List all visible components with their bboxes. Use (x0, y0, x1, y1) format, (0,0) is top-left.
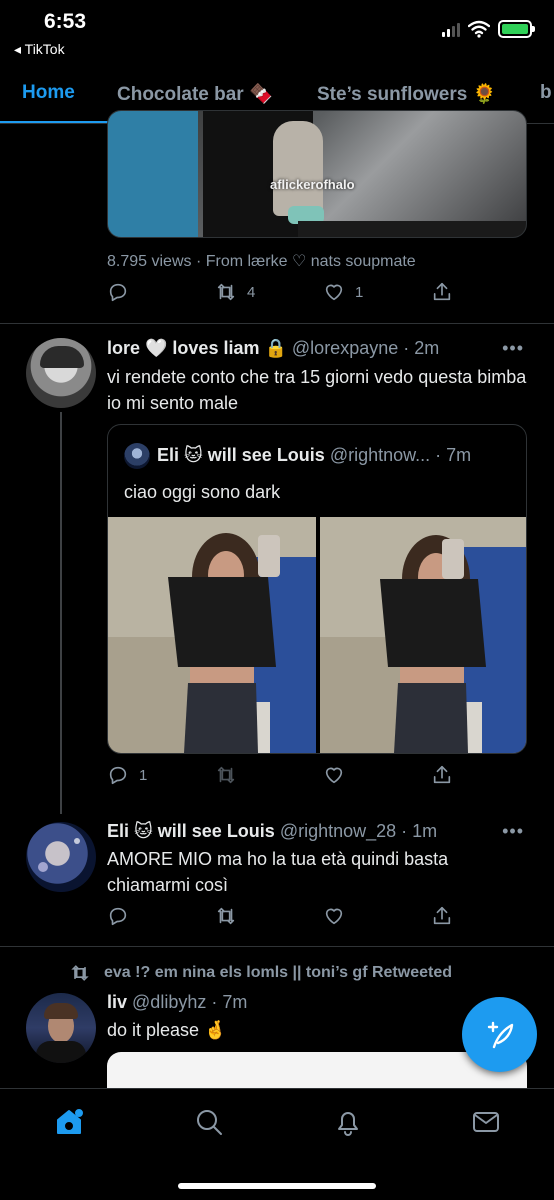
quote-header: Eli 🐱 will see Louis @rightnow... · 7m (157, 445, 471, 466)
tweet-text: AMORE MIO ma ho la tua età quindi basta … (107, 849, 449, 895)
handle-and-time: @rightnow_28 · 1m (279, 821, 438, 841)
like-count: 1 (355, 283, 364, 301)
quote-photo-1[interactable] (108, 517, 316, 753)
home-icon (57, 1109, 83, 1134)
tweet-actions (107, 905, 467, 931)
status-bar: 6:53 ◂ TikTok (0, 0, 554, 64)
tweet-actions: 1 (107, 764, 467, 790)
retweet-button[interactable]: 4 (215, 281, 255, 303)
reply-count: 1 (139, 766, 148, 784)
tweet-text: vi rendete conto che tra 15 giorni vedo … (107, 367, 527, 413)
bell-icon (338, 1112, 358, 1136)
status-icons (442, 20, 535, 38)
share-icon (433, 906, 451, 925)
compose-feather-icon (487, 1021, 513, 1048)
search-icon (197, 1110, 222, 1135)
retweet-icon (217, 766, 235, 784)
heart-icon (325, 284, 343, 301)
tab-chocolate-bar[interactable]: Chocolate bar 🍫 (117, 82, 273, 106)
tweet-actions: 4 1 (107, 281, 467, 307)
quote-display-name: Eli 🐱 will see Louis (157, 445, 325, 465)
reply-icon (109, 907, 127, 926)
nav-messages[interactable] (471, 1107, 503, 1139)
avatar[interactable] (26, 822, 96, 892)
more-options-button[interactable]: ••• (502, 338, 524, 359)
reply-button[interactable]: 1 (107, 764, 147, 786)
home-indicator[interactable] (178, 1183, 376, 1189)
quote-text: ciao oggi sono dark (124, 482, 281, 502)
retweeted-by-text: eva !? em nina els lomls || toni’s gf Re… (104, 964, 452, 981)
share-button[interactable] (431, 764, 453, 786)
cellular-signal-icon (442, 21, 460, 37)
tab-home[interactable]: Home (22, 82, 75, 104)
handle-and-time: @lorexpayne · 2m (291, 338, 440, 358)
reply-icon (109, 766, 127, 785)
compose-tweet-button[interactable] (462, 997, 537, 1072)
quote-avatar (124, 443, 150, 469)
like-button[interactable] (323, 764, 345, 786)
tweet-header: liv @dlibyhz · 7m (107, 992, 247, 1013)
view-count-meta: 8.795 views · From lærke ♡ nats soupmate (107, 253, 416, 270)
retweeted-by-line[interactable]: eva !? em nina els lomls || toni’s gf Re… (70, 963, 452, 983)
thread-connector-line (60, 412, 62, 814)
reply-button[interactable] (107, 905, 129, 927)
tweet-header: Eli 🐱 will see Louis @rightnow_28 · 1m (107, 821, 437, 842)
more-options-button[interactable]: ••• (502, 821, 524, 842)
display-name[interactable]: lore 🤍 loves liam 🔒 (107, 338, 287, 358)
tweet-video-media[interactable]: aflickerofhalo (107, 110, 527, 238)
reply-icon (109, 283, 127, 302)
share-button[interactable] (431, 281, 453, 303)
like-button[interactable]: 1 (323, 281, 363, 303)
like-button[interactable] (323, 905, 345, 927)
quote-handle-and-time: @rightnow... · 7m (329, 445, 472, 465)
retweet-icon (71, 965, 89, 981)
retweet-count: 4 (247, 283, 256, 301)
reply-button[interactable] (107, 281, 129, 303)
tweet-divider (0, 323, 554, 324)
share-icon (433, 282, 451, 301)
avatar[interactable] (26, 338, 96, 408)
heart-icon (325, 767, 343, 784)
heart-icon (325, 908, 343, 925)
handle-and-time: @dlibyhz · 7m (132, 992, 248, 1012)
avatar[interactable] (26, 993, 96, 1063)
video-watermark: aflickerofhalo (270, 177, 355, 192)
retweet-button[interactable] (215, 905, 237, 927)
nav-home[interactable] (54, 1107, 86, 1139)
quoted-tweet[interactable]: Eli 🐱 will see Louis @rightnow... · 7m c… (107, 424, 527, 754)
quote-photo-2[interactable] (320, 517, 526, 753)
mail-icon (473, 1112, 499, 1132)
tab-stes-sunflowers[interactable]: Ste’s sunflowers 🌻 (317, 82, 496, 106)
active-tab-indicator (0, 121, 124, 123)
retweet-icon (217, 907, 235, 925)
share-button[interactable] (431, 905, 453, 927)
nav-notifications[interactable] (333, 1107, 365, 1139)
back-to-app-link[interactable]: ◂ TikTok (14, 41, 65, 58)
status-time: 6:53 (44, 10, 87, 33)
display-name[interactable]: liv (107, 992, 127, 1012)
display-name[interactable]: Eli 🐱 will see Louis (107, 821, 275, 841)
tweet-header: lore 🤍 loves liam 🔒 @lorexpayne · 2m (107, 338, 439, 359)
nav-search[interactable] (194, 1107, 226, 1139)
wifi-icon (468, 20, 490, 38)
tweet-divider (0, 946, 554, 947)
tab-overflow[interactable]: b (540, 82, 552, 104)
retweet-button-disabled (215, 764, 237, 786)
share-icon (433, 765, 451, 784)
battery-charging-icon (498, 20, 535, 38)
retweet-icon (217, 283, 235, 301)
